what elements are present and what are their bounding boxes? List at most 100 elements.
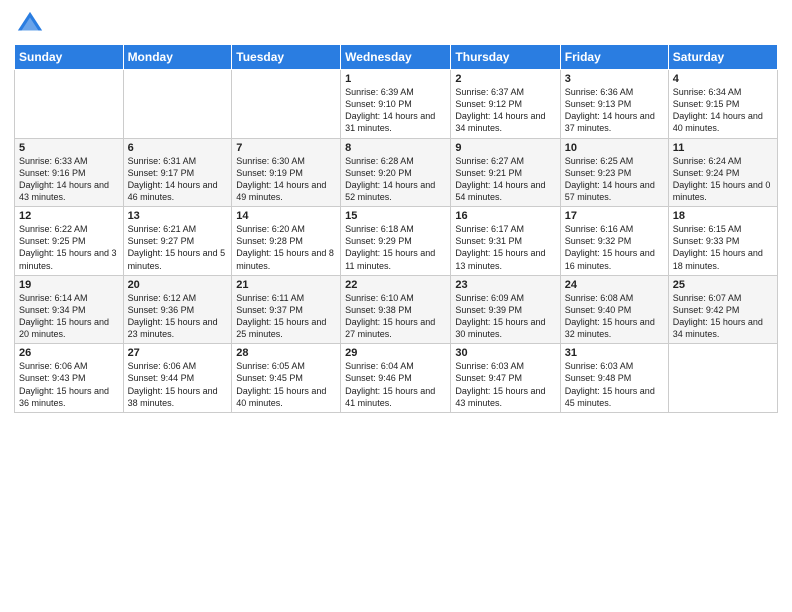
calendar-cell-3-7: 18Sunrise: 6:15 AM Sunset: 9:33 PM Dayli…: [668, 207, 777, 276]
calendar-cell-2-6: 10Sunrise: 6:25 AM Sunset: 9:23 PM Dayli…: [560, 138, 668, 207]
day-info: Sunrise: 6:08 AM Sunset: 9:40 PM Dayligh…: [565, 292, 664, 341]
calendar-cell-3-4: 15Sunrise: 6:18 AM Sunset: 9:29 PM Dayli…: [341, 207, 451, 276]
calendar-week-1: 1Sunrise: 6:39 AM Sunset: 9:10 PM Daylig…: [15, 70, 778, 139]
header: [14, 10, 778, 38]
day-number: 26: [19, 347, 119, 359]
day-number: 2: [455, 73, 555, 85]
logo: [14, 10, 44, 38]
page: SundayMondayTuesdayWednesdayThursdayFrid…: [0, 0, 792, 612]
day-number: 1: [345, 73, 446, 85]
day-number: 14: [236, 210, 336, 222]
col-header-wednesday: Wednesday: [341, 45, 451, 70]
calendar-week-4: 19Sunrise: 6:14 AM Sunset: 9:34 PM Dayli…: [15, 275, 778, 344]
calendar-cell-2-2: 6Sunrise: 6:31 AM Sunset: 9:17 PM Daylig…: [123, 138, 232, 207]
day-info: Sunrise: 6:03 AM Sunset: 9:48 PM Dayligh…: [565, 360, 664, 409]
day-info: Sunrise: 6:25 AM Sunset: 9:23 PM Dayligh…: [565, 155, 664, 204]
calendar-cell-4-6: 24Sunrise: 6:08 AM Sunset: 9:40 PM Dayli…: [560, 275, 668, 344]
day-info: Sunrise: 6:11 AM Sunset: 9:37 PM Dayligh…: [236, 292, 336, 341]
calendar-cell-4-1: 19Sunrise: 6:14 AM Sunset: 9:34 PM Dayli…: [15, 275, 124, 344]
day-info: Sunrise: 6:20 AM Sunset: 9:28 PM Dayligh…: [236, 223, 336, 272]
col-header-thursday: Thursday: [451, 45, 560, 70]
day-number: 17: [565, 210, 664, 222]
day-number: 20: [128, 279, 228, 291]
calendar-cell-2-3: 7Sunrise: 6:30 AM Sunset: 9:19 PM Daylig…: [232, 138, 341, 207]
calendar-cell-5-5: 30Sunrise: 6:03 AM Sunset: 9:47 PM Dayli…: [451, 344, 560, 413]
day-info: Sunrise: 6:33 AM Sunset: 9:16 PM Dayligh…: [19, 155, 119, 204]
day-number: 4: [673, 73, 773, 85]
day-info: Sunrise: 6:17 AM Sunset: 9:31 PM Dayligh…: [455, 223, 555, 272]
day-number: 22: [345, 279, 446, 291]
day-info: Sunrise: 6:04 AM Sunset: 9:46 PM Dayligh…: [345, 360, 446, 409]
day-info: Sunrise: 6:18 AM Sunset: 9:29 PM Dayligh…: [345, 223, 446, 272]
day-info: Sunrise: 6:06 AM Sunset: 9:43 PM Dayligh…: [19, 360, 119, 409]
day-number: 8: [345, 142, 446, 154]
day-info: Sunrise: 6:16 AM Sunset: 9:32 PM Dayligh…: [565, 223, 664, 272]
day-number: 30: [455, 347, 555, 359]
logo-icon: [16, 10, 44, 38]
calendar-cell-1-2: [123, 70, 232, 139]
calendar-cell-3-2: 13Sunrise: 6:21 AM Sunset: 9:27 PM Dayli…: [123, 207, 232, 276]
calendar-cell-5-2: 27Sunrise: 6:06 AM Sunset: 9:44 PM Dayli…: [123, 344, 232, 413]
day-number: 21: [236, 279, 336, 291]
day-number: 15: [345, 210, 446, 222]
day-info: Sunrise: 6:28 AM Sunset: 9:20 PM Dayligh…: [345, 155, 446, 204]
day-info: Sunrise: 6:31 AM Sunset: 9:17 PM Dayligh…: [128, 155, 228, 204]
day-number: 16: [455, 210, 555, 222]
day-number: 13: [128, 210, 228, 222]
day-info: Sunrise: 6:12 AM Sunset: 9:36 PM Dayligh…: [128, 292, 228, 341]
day-info: Sunrise: 6:36 AM Sunset: 9:13 PM Dayligh…: [565, 86, 664, 135]
day-number: 10: [565, 142, 664, 154]
col-header-monday: Monday: [123, 45, 232, 70]
day-number: 7: [236, 142, 336, 154]
day-info: Sunrise: 6:07 AM Sunset: 9:42 PM Dayligh…: [673, 292, 773, 341]
day-info: Sunrise: 6:03 AM Sunset: 9:47 PM Dayligh…: [455, 360, 555, 409]
calendar-cell-2-7: 11Sunrise: 6:24 AM Sunset: 9:24 PM Dayli…: [668, 138, 777, 207]
day-number: 29: [345, 347, 446, 359]
day-number: 11: [673, 142, 773, 154]
calendar-cell-5-7: [668, 344, 777, 413]
day-info: Sunrise: 6:10 AM Sunset: 9:38 PM Dayligh…: [345, 292, 446, 341]
day-info: Sunrise: 6:24 AM Sunset: 9:24 PM Dayligh…: [673, 155, 773, 204]
day-info: Sunrise: 6:22 AM Sunset: 9:25 PM Dayligh…: [19, 223, 119, 272]
calendar-cell-4-2: 20Sunrise: 6:12 AM Sunset: 9:36 PM Dayli…: [123, 275, 232, 344]
calendar-cell-3-3: 14Sunrise: 6:20 AM Sunset: 9:28 PM Dayli…: [232, 207, 341, 276]
day-number: 31: [565, 347, 664, 359]
calendar-cell-4-4: 22Sunrise: 6:10 AM Sunset: 9:38 PM Dayli…: [341, 275, 451, 344]
day-number: 27: [128, 347, 228, 359]
day-info: Sunrise: 6:14 AM Sunset: 9:34 PM Dayligh…: [19, 292, 119, 341]
calendar-cell-5-1: 26Sunrise: 6:06 AM Sunset: 9:43 PM Dayli…: [15, 344, 124, 413]
day-number: 23: [455, 279, 555, 291]
calendar: SundayMondayTuesdayWednesdayThursdayFrid…: [14, 44, 778, 413]
day-number: 25: [673, 279, 773, 291]
day-info: Sunrise: 6:34 AM Sunset: 9:15 PM Dayligh…: [673, 86, 773, 135]
day-info: Sunrise: 6:05 AM Sunset: 9:45 PM Dayligh…: [236, 360, 336, 409]
calendar-week-2: 5Sunrise: 6:33 AM Sunset: 9:16 PM Daylig…: [15, 138, 778, 207]
day-number: 3: [565, 73, 664, 85]
calendar-cell-5-6: 31Sunrise: 6:03 AM Sunset: 9:48 PM Dayli…: [560, 344, 668, 413]
calendar-header-row: SundayMondayTuesdayWednesdayThursdayFrid…: [15, 45, 778, 70]
day-number: 9: [455, 142, 555, 154]
day-number: 28: [236, 347, 336, 359]
day-info: Sunrise: 6:09 AM Sunset: 9:39 PM Dayligh…: [455, 292, 555, 341]
calendar-cell-5-3: 28Sunrise: 6:05 AM Sunset: 9:45 PM Dayli…: [232, 344, 341, 413]
calendar-cell-1-7: 4Sunrise: 6:34 AM Sunset: 9:15 PM Daylig…: [668, 70, 777, 139]
calendar-cell-4-5: 23Sunrise: 6:09 AM Sunset: 9:39 PM Dayli…: [451, 275, 560, 344]
col-header-sunday: Sunday: [15, 45, 124, 70]
day-info: Sunrise: 6:21 AM Sunset: 9:27 PM Dayligh…: [128, 223, 228, 272]
calendar-cell-5-4: 29Sunrise: 6:04 AM Sunset: 9:46 PM Dayli…: [341, 344, 451, 413]
col-header-saturday: Saturday: [668, 45, 777, 70]
calendar-cell-1-6: 3Sunrise: 6:36 AM Sunset: 9:13 PM Daylig…: [560, 70, 668, 139]
calendar-cell-1-3: [232, 70, 341, 139]
calendar-cell-1-1: [15, 70, 124, 139]
calendar-week-5: 26Sunrise: 6:06 AM Sunset: 9:43 PM Dayli…: [15, 344, 778, 413]
col-header-tuesday: Tuesday: [232, 45, 341, 70]
col-header-friday: Friday: [560, 45, 668, 70]
calendar-cell-1-4: 1Sunrise: 6:39 AM Sunset: 9:10 PM Daylig…: [341, 70, 451, 139]
day-info: Sunrise: 6:39 AM Sunset: 9:10 PM Dayligh…: [345, 86, 446, 135]
day-number: 19: [19, 279, 119, 291]
calendar-week-3: 12Sunrise: 6:22 AM Sunset: 9:25 PM Dayli…: [15, 207, 778, 276]
calendar-cell-3-5: 16Sunrise: 6:17 AM Sunset: 9:31 PM Dayli…: [451, 207, 560, 276]
calendar-cell-4-7: 25Sunrise: 6:07 AM Sunset: 9:42 PM Dayli…: [668, 275, 777, 344]
calendar-cell-2-5: 9Sunrise: 6:27 AM Sunset: 9:21 PM Daylig…: [451, 138, 560, 207]
calendar-cell-2-1: 5Sunrise: 6:33 AM Sunset: 9:16 PM Daylig…: [15, 138, 124, 207]
